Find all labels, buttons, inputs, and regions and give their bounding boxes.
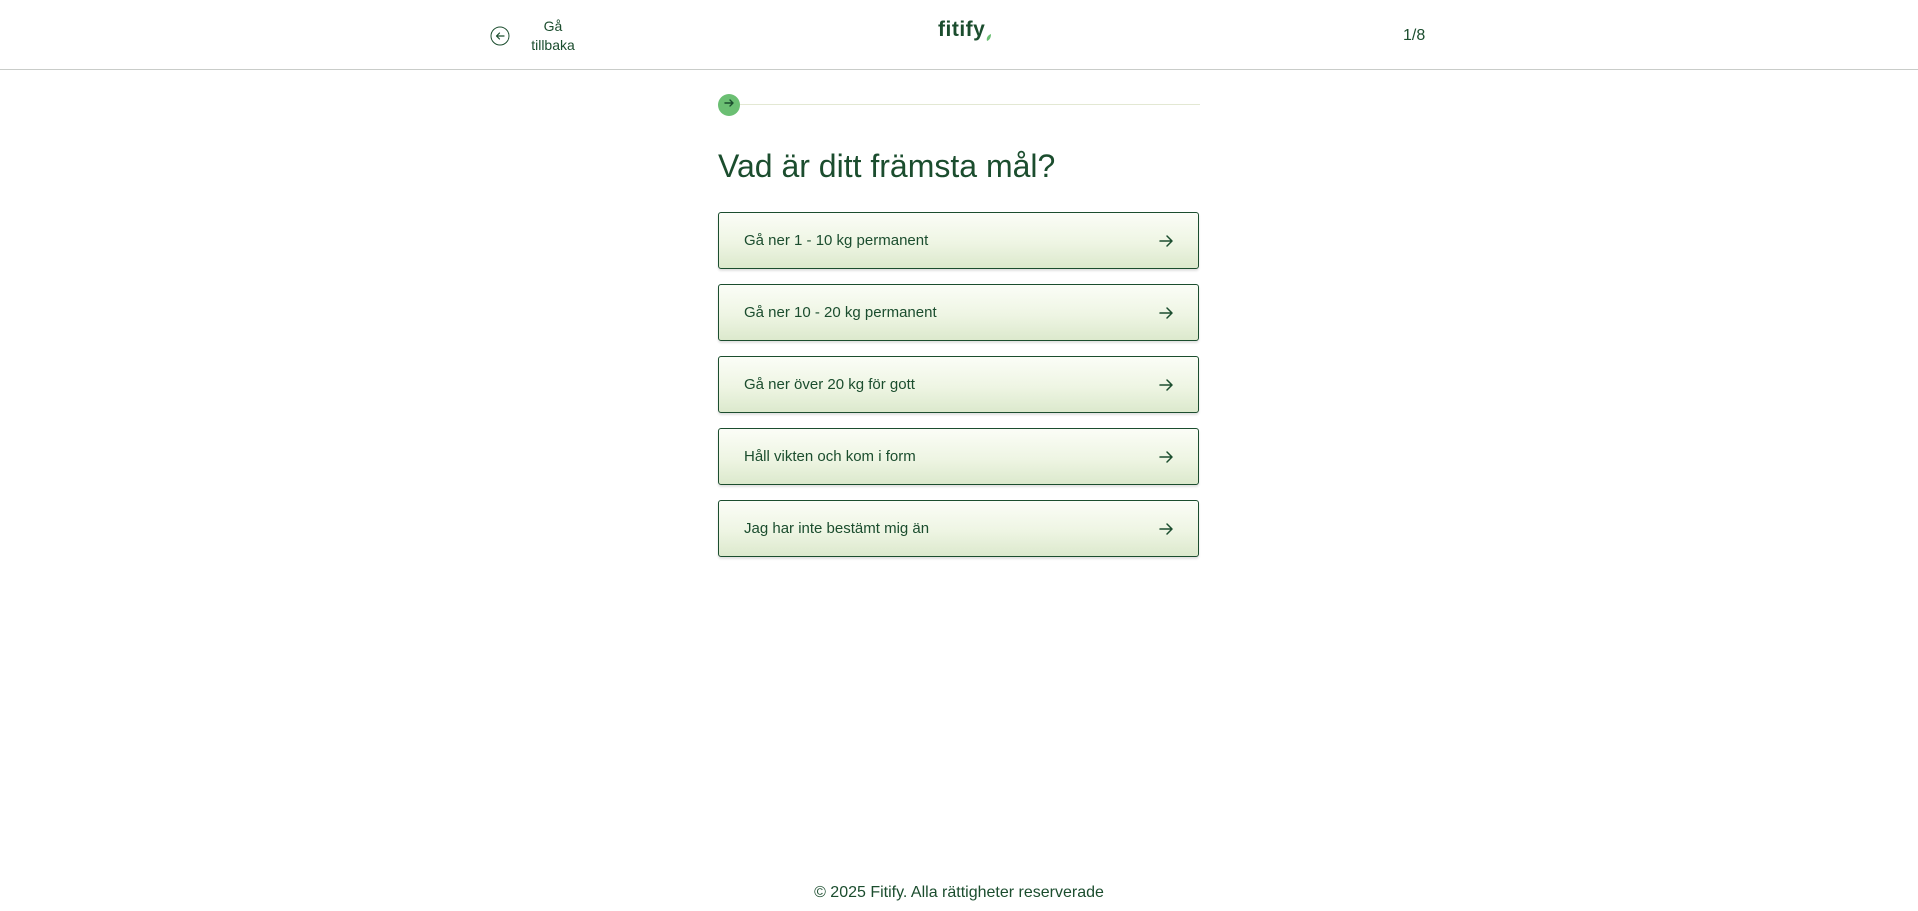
back-label: Gå tillbaka [531,18,575,53]
arrow-right-icon [1158,233,1174,249]
back-button[interactable]: Gå tillbaka [490,17,579,55]
leaf-icon [986,23,992,41]
footer-copyright: © 2025 Fitify. Alla rättigheter reserver… [814,884,1104,901]
option-button[interactable]: Gå ner över 20 kg för gott [718,356,1199,413]
option-label: Gå ner 1 - 10 kg permanent [744,232,929,249]
arrow-right-icon [1158,449,1174,465]
header: Gå tillbaka fitify 1/8 [0,0,1918,70]
arrow-right-icon [1158,521,1174,537]
option-button[interactable]: Gå ner 1 - 10 kg permanent [718,212,1199,269]
progress-current-step [718,94,740,116]
option-button[interactable]: Gå ner 10 - 20 kg permanent [718,284,1199,341]
option-label: Gå ner 10 - 20 kg permanent [744,304,937,321]
option-button[interactable]: Jag har inte bestämt mig än [718,500,1199,557]
arrow-right-icon [1158,305,1174,321]
option-label: Gå ner över 20 kg för gott [744,376,915,393]
logo-text: fitify [938,18,986,41]
arrow-left-circle-icon [490,26,510,46]
option-label: Håll vikten och kom i form [744,448,916,465]
progress-bar [718,94,1200,116]
question-title: Vad är ditt främsta mål? [718,148,1056,184]
answer-options: Gå ner 1 - 10 kg permanent Gå ner 10 - 2… [718,212,1200,572]
logo: fitify [938,18,992,42]
progress-track [736,104,1200,105]
arrow-right-icon [723,96,735,114]
option-button[interactable]: Håll vikten och kom i form [718,428,1199,485]
option-label: Jag har inte bestämt mig än [744,520,930,537]
arrow-right-icon [1158,377,1174,393]
step-counter: 1/8 [1403,27,1426,44]
